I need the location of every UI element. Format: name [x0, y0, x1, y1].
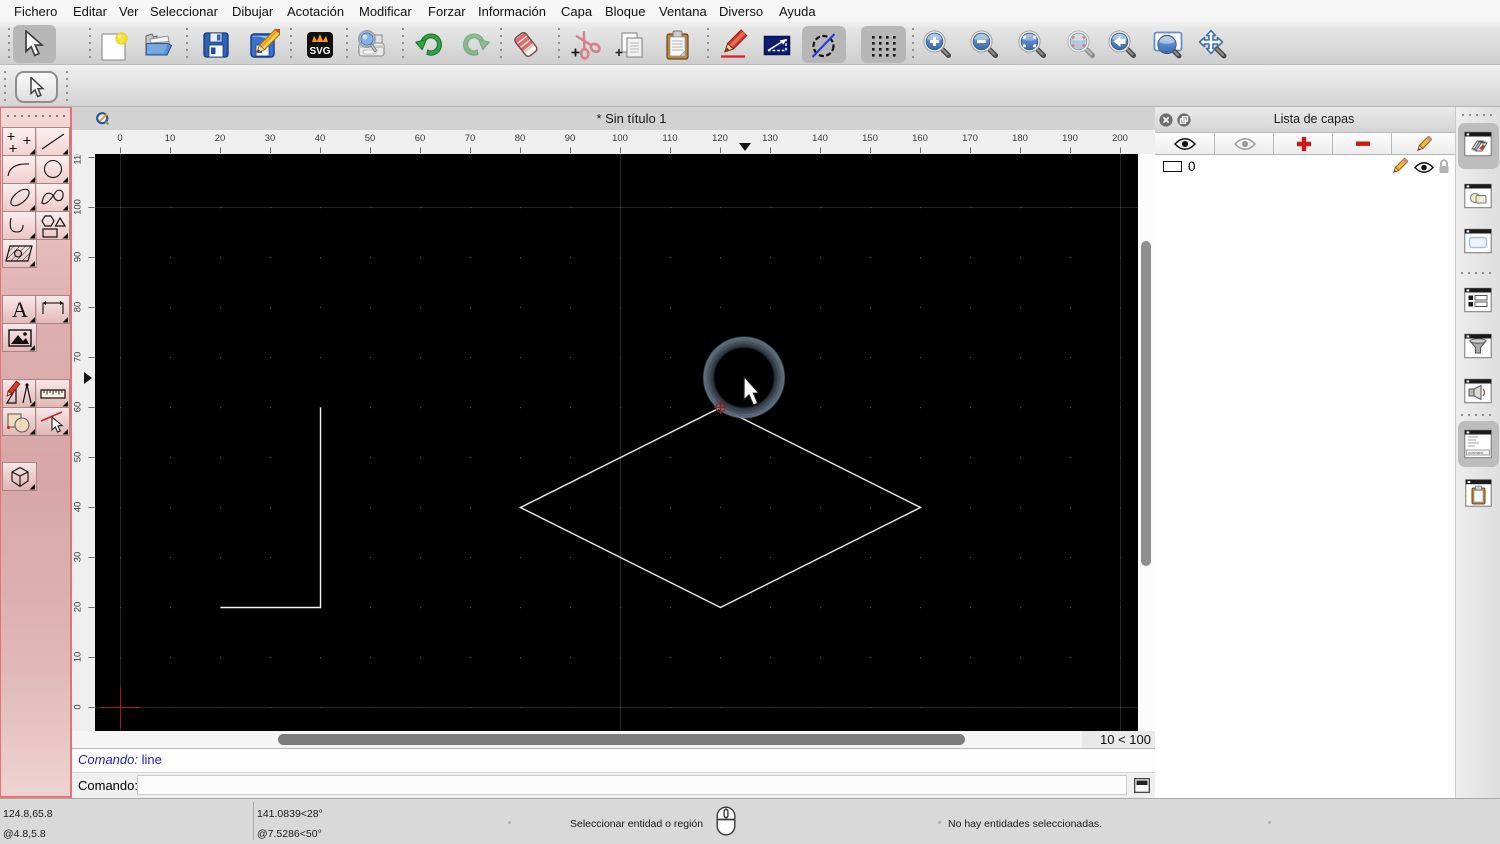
- svg-text:80: 80: [515, 133, 526, 144]
- svg-text:30: 30: [265, 133, 276, 144]
- svg-text:90: 90: [73, 252, 84, 263]
- svg-text:10: 10: [73, 652, 84, 663]
- svg-text:100: 100: [612, 133, 628, 144]
- svg-text:20: 20: [73, 602, 84, 613]
- svg-text:170: 170: [962, 133, 978, 144]
- svg-text:10: 10: [165, 133, 176, 144]
- svg-text:60: 60: [73, 402, 84, 413]
- svg-text:180: 180: [1012, 133, 1028, 144]
- svg-text:110: 110: [662, 133, 677, 144]
- svg-text:40: 40: [315, 133, 326, 144]
- svg-text:20: 20: [215, 133, 226, 144]
- svg-text:40: 40: [73, 502, 84, 513]
- svg-text:A: A: [12, 297, 28, 322]
- svg-text:150: 150: [862, 133, 878, 144]
- svg-text:SVG: SVG: [309, 46, 330, 57]
- svg-text:130: 130: [762, 133, 778, 144]
- svg-text:70: 70: [465, 133, 476, 144]
- svg-text:80: 80: [73, 302, 84, 313]
- svg-text:90: 90: [565, 133, 576, 144]
- svg-text:command: command: [1468, 451, 1483, 455]
- svg-text:200: 200: [1112, 133, 1128, 144]
- svg-text:70: 70: [73, 352, 84, 363]
- svg-text:110: 110: [73, 154, 84, 165]
- svg-text:30: 30: [73, 552, 84, 563]
- svg-text:60: 60: [415, 133, 426, 144]
- svg-text:100: 100: [73, 199, 84, 215]
- svg-text:190: 190: [1062, 133, 1078, 144]
- svg-text:120: 120: [712, 133, 728, 144]
- svg-text:0: 0: [117, 133, 122, 144]
- svg-text:50: 50: [73, 452, 84, 463]
- svg-text:50: 50: [365, 133, 376, 144]
- svg-text:160: 160: [912, 133, 928, 144]
- svg-text:0: 0: [73, 704, 84, 709]
- svg-text:140: 140: [812, 133, 828, 144]
